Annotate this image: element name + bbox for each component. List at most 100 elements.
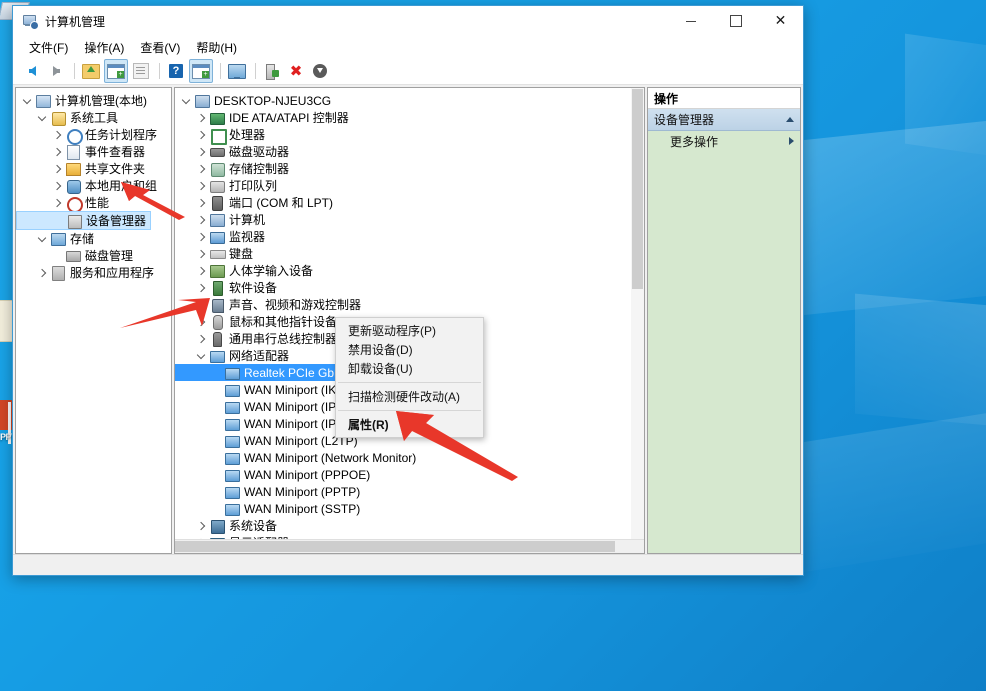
back-button[interactable] [21,60,43,82]
device-node[interactable]: 打印队列 [175,177,644,194]
chevron-right-icon[interactable] [194,126,208,143]
chevron-right-icon[interactable] [194,143,208,160]
ctx-disable-device-label: 禁用设备(D) [348,341,413,358]
scan-hardware-changes-button[interactable] [261,60,283,82]
maximize-button[interactable] [713,6,758,36]
window-controls: ✕ [668,6,803,36]
chevron-right-icon[interactable] [50,194,64,211]
chevron-right-icon[interactable] [50,143,64,160]
chevron-right-icon[interactable] [35,264,49,281]
chevron-right-icon[interactable] [194,245,208,262]
device-node[interactable]: 处理器 [175,126,644,143]
forward-button[interactable] [45,60,67,82]
uninstall-device-button[interactable]: ✖ [285,60,307,82]
device-node[interactable]: 软件设备 [175,279,644,296]
console-tree-node[interactable]: 计算机管理(本地) [16,92,171,109]
chevron-right-icon[interactable] [194,262,208,279]
collapse-chevron-up-icon[interactable] [786,117,794,122]
device-node[interactable]: 监视器 [175,228,644,245]
console-tree-node[interactable]: 存储 [16,230,171,247]
properties-document-icon [133,63,149,79]
console-tree-node[interactable]: 任务计划程序 [16,126,171,143]
vertical-scroll-thumb[interactable] [632,89,643,289]
console-tree-node[interactable]: 本地用户和组 [16,177,171,194]
console-tree-node[interactable]: 事件查看器 [16,143,171,160]
ctx-update-driver-label: 更新驱动程序(P) [348,322,436,339]
device-node[interactable]: 磁盘驱动器 [175,143,644,160]
show-hide-action-pane-button[interactable]: + [189,59,213,83]
menu-help[interactable]: 帮助(H) [188,37,245,58]
ctx-uninstall-device[interactable]: 卸载设备(U) [336,359,483,378]
device-node[interactable]: WAN Miniport (Network Monitor) [175,449,644,466]
properties-button[interactable] [130,60,152,82]
chevron-right-icon[interactable] [194,313,208,330]
chevron-right-icon[interactable] [194,517,208,534]
chevron-down-icon[interactable] [20,92,34,109]
chevron-right-icon[interactable] [194,109,208,126]
title-bar[interactable]: 计算机管理 ✕ [13,6,803,36]
device-node[interactable]: 人体学输入设备 [175,262,644,279]
device-node[interactable]: IDE ATA/ATAPI 控制器 [175,109,644,126]
menu-view[interactable]: 查看(V) [132,37,188,58]
tree-spacer [209,432,223,449]
show-hide-console-tree-button[interactable]: + [104,59,128,83]
device-node[interactable]: 系统设备 [175,517,644,534]
task-scheduler-icon [65,127,81,143]
chevron-right-icon[interactable] [194,211,208,228]
ctx-properties[interactable]: 属性(R) [336,415,483,434]
device-node[interactable]: 声音、视频和游戏控制器 [175,296,644,313]
device-node[interactable]: WAN Miniport (PPPOE) [175,466,644,483]
update-driver-button[interactable] [309,60,331,82]
menu-action[interactable]: 操作(A) [76,37,132,58]
console-tree-node[interactable]: 系统工具 [16,109,171,126]
device-node[interactable]: WAN Miniport (SSTP) [175,500,644,517]
chevron-right-icon[interactable] [194,160,208,177]
chevron-right-icon[interactable] [194,296,208,313]
close-button[interactable]: ✕ [758,6,803,36]
ctx-update-driver[interactable]: 更新驱动程序(P) [336,321,483,340]
context-menu-separator [338,410,481,411]
console-tree-node[interactable]: 服务和应用程序 [16,264,171,281]
console-tree-node[interactable]: 性能 [16,194,171,211]
menu-file[interactable]: 文件(F) [21,37,76,58]
chevron-right-icon[interactable] [194,279,208,296]
chevron-right-icon[interactable] [194,177,208,194]
help-button[interactable]: ? [165,60,187,82]
console-tree-node[interactable]: 磁盘管理 [16,247,171,264]
chevron-right-icon[interactable] [194,330,208,347]
console-tree-node-label: 系统工具 [70,109,118,126]
chevron-down-icon[interactable] [179,92,193,109]
chevron-right-icon[interactable] [194,194,208,211]
device-node[interactable]: 键盘 [175,245,644,262]
network-adapter-icon [224,399,240,415]
actions-group-device-manager[interactable]: 设备管理器 [648,109,800,131]
device-tree-vertical-scrollbar[interactable] [631,88,644,540]
horizontal-scroll-thumb[interactable] [175,541,615,552]
device-node[interactable]: 计算机 [175,211,644,228]
up-one-level-button[interactable] [80,60,102,82]
chevron-right-icon[interactable] [194,228,208,245]
chevron-right-icon[interactable] [50,160,64,177]
device-node[interactable]: 存储控制器 [175,160,644,177]
ctx-disable-device[interactable]: 禁用设备(D) [336,340,483,359]
tree-spacer [209,364,223,381]
computer-management-window: 计算机管理 ✕ 文件(F) 操作(A) 查看(V) 帮助(H) + ? + [12,5,804,576]
context-menu-separator [338,382,481,383]
chevron-down-icon[interactable] [35,109,49,126]
chevron-right-icon[interactable] [50,177,64,194]
ctx-scan-hardware-changes[interactable]: 扫描检测硬件改动(A) [336,387,483,406]
device-tree-horizontal-scrollbar[interactable] [175,539,644,553]
action-more-actions[interactable]: 更多操作 [648,131,800,151]
console-tree-node[interactable]: 设备管理器 [16,211,151,230]
console-tree-node[interactable]: 共享文件夹 [16,160,171,177]
device-node[interactable]: WAN Miniport (PPTP) [175,483,644,500]
chevron-down-icon[interactable] [35,230,49,247]
minimize-button[interactable] [668,6,713,36]
device-node[interactable]: 端口 (COM 和 LPT) [175,194,644,211]
device-node[interactable]: DESKTOP-NJEU3CG [175,92,644,109]
tree-spacer [51,212,65,229]
chevron-down-icon[interactable] [194,347,208,364]
minimize-icon [686,21,696,22]
chevron-right-icon[interactable] [50,126,64,143]
view-devices-button[interactable] [226,60,248,82]
